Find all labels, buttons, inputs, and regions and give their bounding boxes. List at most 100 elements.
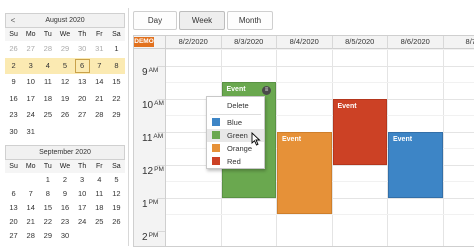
calendar-day[interactable]: 24	[22, 107, 39, 124]
navigator-splitter[interactable]	[128, 8, 129, 246]
calendar-day[interactable]: 12	[108, 187, 125, 201]
calendar-day[interactable]: 31	[91, 41, 108, 58]
calendar-day[interactable]: 17	[22, 91, 39, 108]
calendar-day[interactable]: 29	[56, 41, 73, 58]
calendar-day[interactable]: 23	[5, 107, 22, 124]
calendar-day[interactable]: 19	[56, 91, 73, 108]
calendar-day[interactable]: 5	[56, 57, 74, 74]
calendar-day[interactable]: 21	[22, 215, 39, 229]
menu-item-red[interactable]: Red	[207, 155, 264, 168]
calendar-day[interactable]: 6	[73, 57, 91, 74]
hour-tick	[157, 131, 165, 133]
day-column-header: 8/2/2020	[166, 36, 222, 49]
calendar-day[interactable]: 9	[56, 187, 73, 201]
calendar-day[interactable]: 1	[108, 41, 125, 58]
calendar-day[interactable]: 28	[22, 229, 39, 243]
event-label: Event	[226, 86, 246, 93]
calendar-day[interactable]: 29	[39, 229, 56, 243]
menu-item-label: Green	[227, 131, 248, 140]
day-column-header: 8/6/2020	[388, 36, 444, 49]
calendar-day[interactable]: 4	[39, 57, 57, 74]
time-grid-line	[166, 82, 474, 83]
day-view-button[interactable]: Day	[133, 11, 177, 30]
calendar-day[interactable]: 19	[108, 201, 125, 215]
calendar-day[interactable]: 1	[39, 173, 56, 187]
weekday-label: Su	[5, 160, 23, 173]
previous-month-button[interactable]: <	[7, 14, 19, 27]
hour-number: 12	[142, 165, 154, 177]
calendar-day[interactable]: 14	[22, 201, 39, 215]
calendar-day[interactable]: 20	[74, 91, 91, 108]
calendar-day[interactable]: 28	[39, 41, 56, 58]
calendar-day[interactable]: 24	[74, 215, 91, 229]
calendar-day[interactable]: 15	[108, 74, 125, 91]
calendar-day[interactable]: 16	[5, 91, 22, 108]
calendar-day[interactable]: 12	[56, 74, 73, 91]
calendar-day[interactable]: 7	[22, 187, 39, 201]
calendar-day[interactable]: 23	[56, 215, 73, 229]
calendar-day[interactable]: 29	[108, 107, 125, 124]
demo-badge: DEMO	[134, 37, 154, 47]
calendar-day[interactable]: 27	[74, 107, 91, 124]
calendar-day[interactable]: 17	[74, 201, 91, 215]
calendar-day[interactable]: 30	[56, 229, 73, 243]
calendar-day[interactable]: 13	[74, 74, 91, 91]
hour-number: 10	[142, 99, 154, 111]
calendar-day[interactable]: 20	[5, 215, 22, 229]
calendar-day-empty	[91, 229, 108, 243]
calendar-day[interactable]: 26	[5, 41, 22, 58]
month-view-button[interactable]: Month	[227, 11, 273, 30]
calendar-day[interactable]: 26	[56, 107, 73, 124]
calendar-day[interactable]: 30	[74, 41, 91, 58]
calendar-day[interactable]: 11	[91, 187, 108, 201]
hour-tick	[157, 65, 165, 67]
calendar-day[interactable]: 30	[5, 124, 22, 141]
calendar-day[interactable]: 8	[39, 187, 56, 201]
menu-item-blue[interactable]: Blue	[207, 116, 264, 129]
calendar-day[interactable]: 21	[91, 91, 108, 108]
hour-tick	[157, 98, 165, 100]
calendar-day-empty	[39, 124, 56, 141]
day-column-header: 8/4/2020	[277, 36, 333, 49]
calendar-day[interactable]: 31	[22, 124, 39, 141]
calendar-day[interactable]: 16	[56, 201, 73, 215]
calendar-day[interactable]: 26	[108, 215, 125, 229]
calendar-day[interactable]: 7	[90, 57, 108, 74]
calendar-day[interactable]: 18	[91, 201, 108, 215]
calendar-day[interactable]: 2	[56, 173, 73, 187]
calendar-day[interactable]: 22	[108, 91, 125, 108]
calendar-day[interactable]: 27	[5, 229, 22, 243]
calendar-day[interactable]: 2	[5, 57, 23, 74]
weekday-label: Mo	[22, 160, 40, 173]
calendar-day[interactable]: 22	[39, 215, 56, 229]
calendar-day[interactable]: 11	[39, 74, 56, 91]
event-orange[interactable]: Event	[277, 131, 332, 214]
calendar-day[interactable]: 10	[74, 187, 91, 201]
calendar-day[interactable]: 4	[91, 173, 108, 187]
event-blue[interactable]: Event	[388, 131, 443, 198]
hour-number: 2	[142, 231, 148, 243]
calendar-day[interactable]: 13	[5, 201, 22, 215]
calendar-day[interactable]: 14	[91, 74, 108, 91]
calendar-day[interactable]: 25	[39, 107, 56, 124]
blue-swatch-icon	[212, 118, 220, 126]
menu-item-delete[interactable]: Delete	[207, 99, 264, 112]
calendar-day[interactable]: 5	[108, 173, 125, 187]
calendar-day[interactable]: 28	[91, 107, 108, 124]
calendar-day[interactable]: 18	[39, 91, 56, 108]
calendar-day[interactable]: 6	[5, 187, 22, 201]
calendar-day[interactable]: 27	[22, 41, 39, 58]
event-red[interactable]: Event	[332, 98, 387, 165]
calendar-day[interactable]: 3	[74, 173, 91, 187]
calendar-day[interactable]: 10	[22, 74, 39, 91]
calendar-day[interactable]: 3	[22, 57, 40, 74]
event-menu-icon[interactable]: ≡	[262, 86, 271, 95]
week-view-button[interactable]: Week	[179, 11, 225, 30]
calendar-day[interactable]: 15	[39, 201, 56, 215]
calendar-day[interactable]: 25	[91, 215, 108, 229]
menu-item-label: Red	[227, 157, 241, 166]
calendar-day[interactable]: 9	[5, 74, 22, 91]
menu-separator	[210, 114, 261, 115]
calendar-day[interactable]: 8	[107, 57, 125, 74]
weekday-label: Sa	[107, 28, 125, 41]
